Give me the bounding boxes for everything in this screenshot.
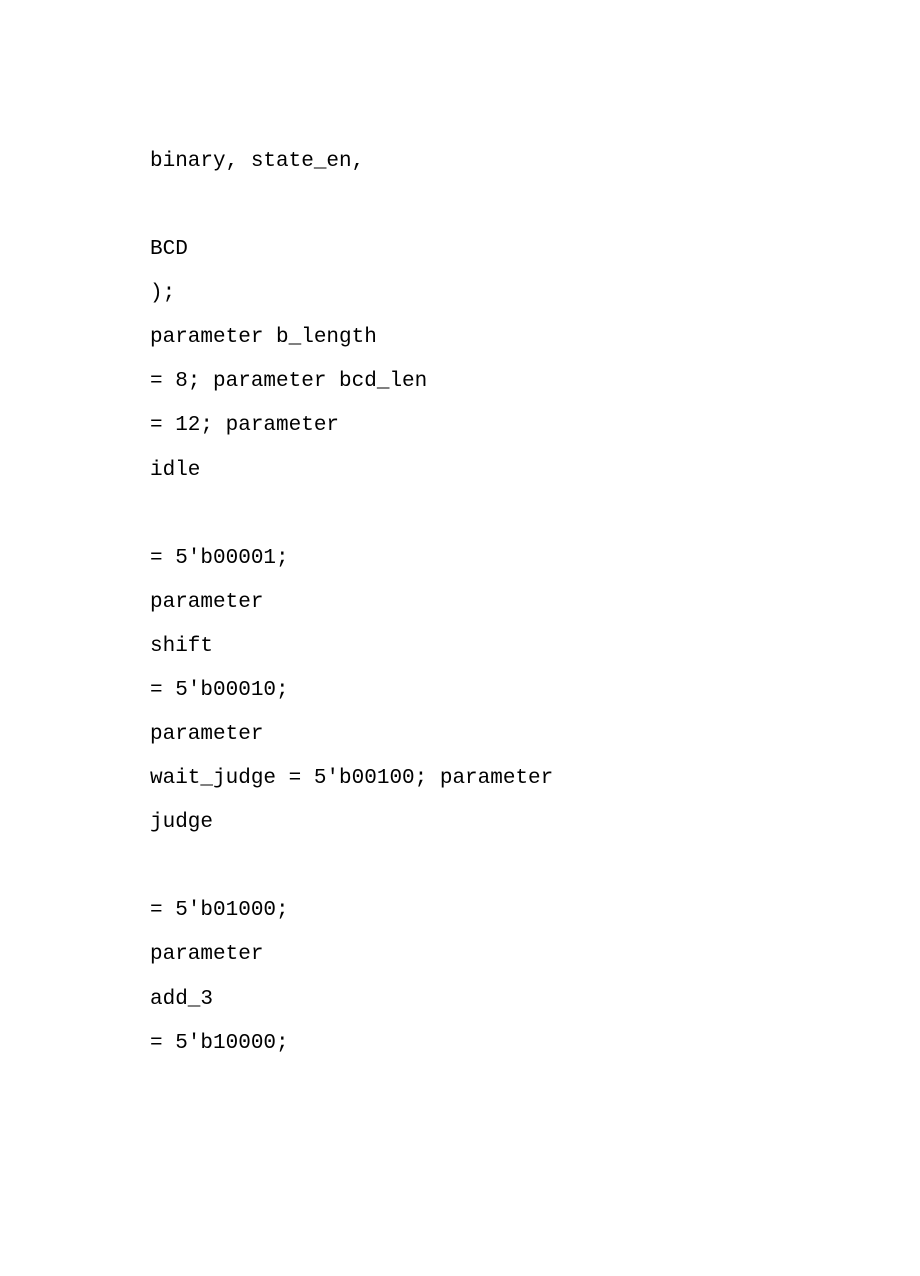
code-line: parameter b_length [150,316,770,360]
code-line: = 5'b00010; [150,669,770,713]
code-line: = 8; parameter bcd_len [150,360,770,404]
code-line: parameter [150,581,770,625]
code-line: idle [150,449,770,493]
code-line: binary, state_en, [150,140,770,184]
code-line: add_3 [150,978,770,1022]
blank-line [150,845,770,889]
code-line: parameter [150,713,770,757]
blank-line [150,184,770,228]
code-line: judge [150,801,770,845]
code-line: BCD [150,228,770,272]
code-line: = 5'b01000; [150,889,770,933]
code-line: = 12; parameter [150,404,770,448]
code-line: parameter [150,933,770,977]
document-page: binary, state_en, BCD ); parameter b_len… [0,0,920,1066]
code-line: = 5'b10000; [150,1022,770,1066]
blank-line [150,493,770,537]
code-line: ); [150,272,770,316]
code-line: shift [150,625,770,669]
code-line: wait_judge = 5'b00100; parameter [150,757,770,801]
code-line: = 5'b00001; [150,537,770,581]
